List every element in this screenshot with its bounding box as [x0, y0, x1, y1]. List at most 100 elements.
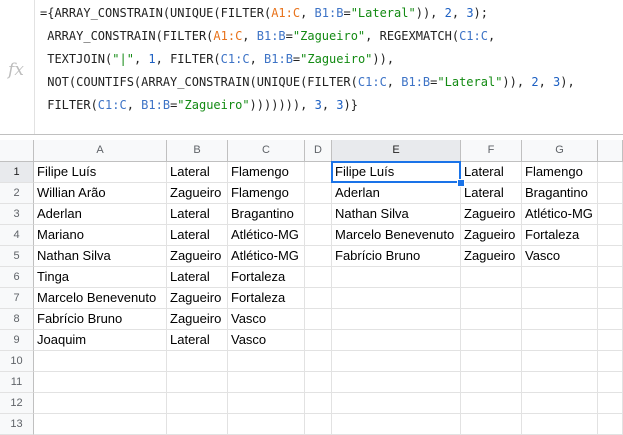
cell-a12[interactable]: [34, 393, 167, 414]
cell-g2[interactable]: Bragantino: [522, 183, 598, 204]
cell-g6[interactable]: [522, 267, 598, 288]
cell-d1[interactable]: [305, 162, 332, 183]
cell-b11[interactable]: [167, 372, 228, 393]
fill-handle[interactable]: [457, 179, 465, 187]
cell-c3[interactable]: Bragantino: [228, 204, 305, 225]
cell-b8[interactable]: Zagueiro: [167, 309, 228, 330]
cell-b5[interactable]: Zagueiro: [167, 246, 228, 267]
cell-g10[interactable]: [522, 351, 598, 372]
cell-d5[interactable]: [305, 246, 332, 267]
column-header-a[interactable]: A: [34, 140, 167, 162]
cell-b10[interactable]: [167, 351, 228, 372]
cell-f9[interactable]: [461, 330, 522, 351]
cell-g9[interactable]: [522, 330, 598, 351]
cell-c2[interactable]: Flamengo: [228, 183, 305, 204]
cell-a10[interactable]: [34, 351, 167, 372]
cell-a1[interactable]: Filipe Luís: [34, 162, 167, 183]
cell-a6[interactable]: Tinga: [34, 267, 167, 288]
cell-b3[interactable]: Lateral: [167, 204, 228, 225]
cell-b2[interactable]: Zagueiro: [167, 183, 228, 204]
row-header-6[interactable]: 6: [0, 267, 34, 288]
row-header-4[interactable]: 4: [0, 225, 34, 246]
cell-f11[interactable]: [461, 372, 522, 393]
cell-e10[interactable]: [332, 351, 461, 372]
cell-g4[interactable]: Fortaleza: [522, 225, 598, 246]
cell-g7[interactable]: [522, 288, 598, 309]
formula-input[interactable]: ={ARRAY_CONSTRAIN(UNIQUE(FILTER(A1:C, B1…: [40, 2, 620, 117]
cell-d10[interactable]: [305, 351, 332, 372]
cell-d4[interactable]: [305, 225, 332, 246]
cell-d11[interactable]: [305, 372, 332, 393]
cell-d8[interactable]: [305, 309, 332, 330]
cell-b1[interactable]: Lateral: [167, 162, 228, 183]
cell-a2[interactable]: Willian Arão: [34, 183, 167, 204]
cell-f5[interactable]: Zagueiro: [461, 246, 522, 267]
cell-e6[interactable]: [332, 267, 461, 288]
cell-a7[interactable]: Marcelo Benevenuto: [34, 288, 167, 309]
cell-e4[interactable]: Marcelo Benevenuto: [332, 225, 461, 246]
row-header-1[interactable]: 1: [0, 162, 34, 183]
cell-e8[interactable]: [332, 309, 461, 330]
column-header-c[interactable]: C: [228, 140, 305, 162]
column-header-b[interactable]: B: [167, 140, 228, 162]
cell-f6[interactable]: [461, 267, 522, 288]
cell-f1[interactable]: Lateral: [461, 162, 522, 183]
row-header-10[interactable]: 10: [0, 351, 34, 372]
cell-c12[interactable]: [228, 393, 305, 414]
cell-c10[interactable]: [228, 351, 305, 372]
cell-e1[interactable]: Filipe Luís: [332, 162, 461, 183]
cell-b7[interactable]: Zagueiro: [167, 288, 228, 309]
row-header-3[interactable]: 3: [0, 204, 34, 225]
cell-e3[interactable]: Nathan Silva: [332, 204, 461, 225]
cell-c6[interactable]: Fortaleza: [228, 267, 305, 288]
cell-a4[interactable]: Mariano: [34, 225, 167, 246]
cell-c5[interactable]: Atlético-MG: [228, 246, 305, 267]
cell-a11[interactable]: [34, 372, 167, 393]
cell-a9[interactable]: Joaquim: [34, 330, 167, 351]
cell-c4[interactable]: Atlético-MG: [228, 225, 305, 246]
column-header-g[interactable]: G: [522, 140, 598, 162]
row-header-9[interactable]: 9: [0, 330, 34, 351]
row-header-2[interactable]: 2: [0, 183, 34, 204]
column-header-f[interactable]: F: [461, 140, 522, 162]
cell-d9[interactable]: [305, 330, 332, 351]
cell-c9[interactable]: Vasco: [228, 330, 305, 351]
cell-a8[interactable]: Fabrício Bruno: [34, 309, 167, 330]
cell-e2[interactable]: Aderlan: [332, 183, 461, 204]
cell-b12[interactable]: [167, 393, 228, 414]
cell-f10[interactable]: [461, 351, 522, 372]
select-all-corner[interactable]: [0, 140, 34, 162]
cell-d2[interactable]: [305, 183, 332, 204]
cell-b9[interactable]: Lateral: [167, 330, 228, 351]
cell-a3[interactable]: Aderlan: [34, 204, 167, 225]
cell-f4[interactable]: Zagueiro: [461, 225, 522, 246]
cell-c1[interactable]: Flamengo: [228, 162, 305, 183]
cell-f3[interactable]: Zagueiro: [461, 204, 522, 225]
cell-e9[interactable]: [332, 330, 461, 351]
cell-c7[interactable]: Fortaleza: [228, 288, 305, 309]
cell-e11[interactable]: [332, 372, 461, 393]
cell-f7[interactable]: [461, 288, 522, 309]
row-header-7[interactable]: 7: [0, 288, 34, 309]
cell-b6[interactable]: Lateral: [167, 267, 228, 288]
cell-c11[interactable]: [228, 372, 305, 393]
cell-a5[interactable]: Nathan Silva: [34, 246, 167, 267]
cell-g12[interactable]: [522, 393, 598, 414]
cell-g1[interactable]: Flamengo: [522, 162, 598, 183]
row-header-5[interactable]: 5: [0, 246, 34, 267]
cell-b4[interactable]: Lateral: [167, 225, 228, 246]
cell-f12[interactable]: [461, 393, 522, 414]
cell-e12[interactable]: [332, 393, 461, 414]
row-header-8[interactable]: 8: [0, 309, 34, 330]
cell-f2[interactable]: Lateral: [461, 183, 522, 204]
cell-d12[interactable]: [305, 393, 332, 414]
cell-f8[interactable]: [461, 309, 522, 330]
cell-g11[interactable]: [522, 372, 598, 393]
cell-g8[interactable]: [522, 309, 598, 330]
cell-e5[interactable]: Fabrício Bruno: [332, 246, 461, 267]
cell-c8[interactable]: Vasco: [228, 309, 305, 330]
column-header-e[interactable]: E: [332, 140, 461, 162]
cell-g5[interactable]: Vasco: [522, 246, 598, 267]
cell-d6[interactable]: [305, 267, 332, 288]
column-header-d[interactable]: D: [305, 140, 332, 162]
